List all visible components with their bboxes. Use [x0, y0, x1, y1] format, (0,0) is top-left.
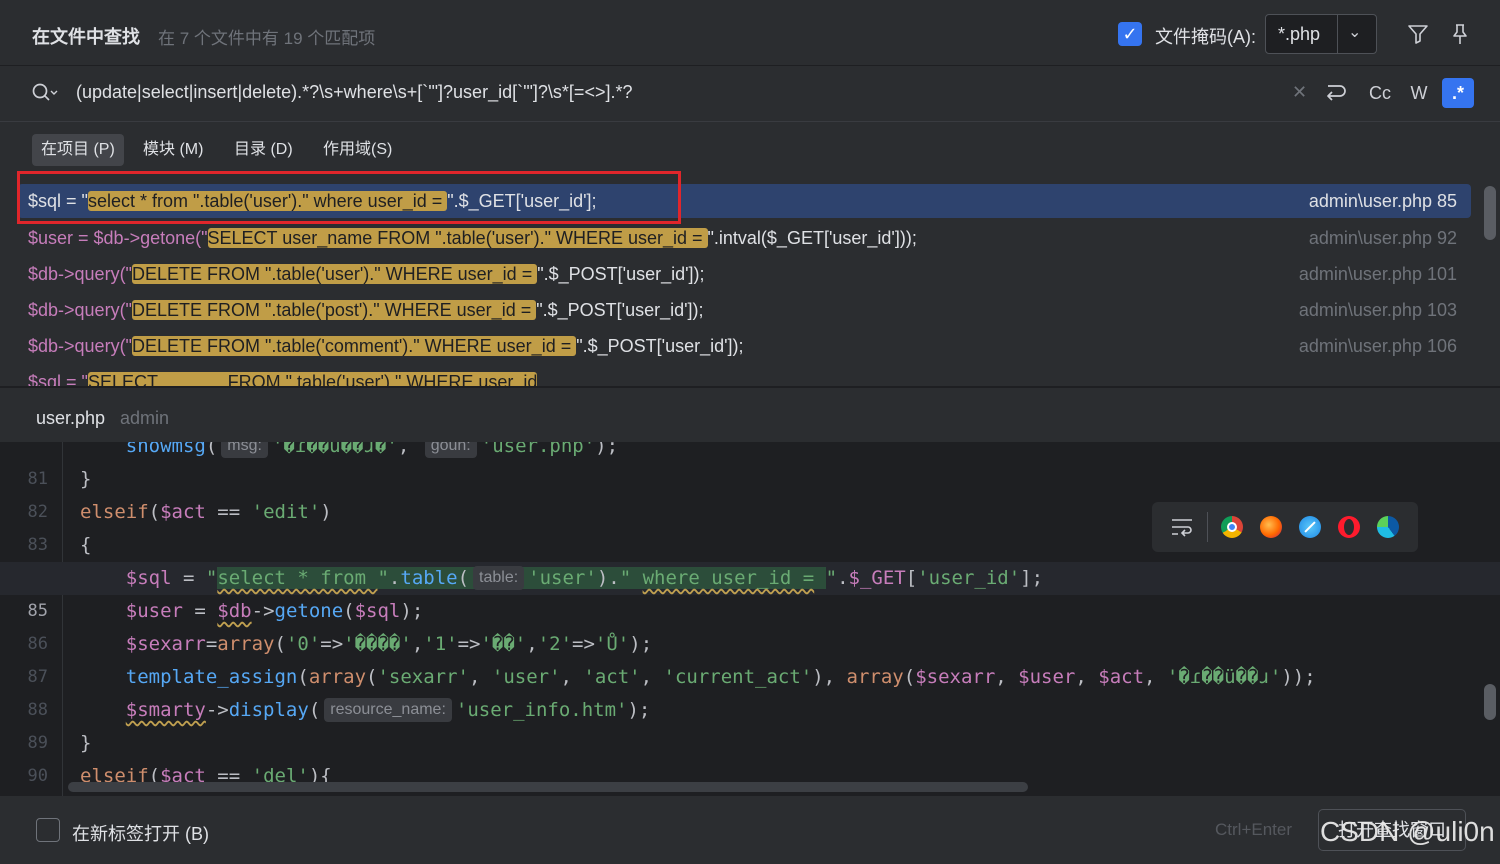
- line-code: {: [80, 534, 92, 556]
- filter-icon[interactable]: [1406, 22, 1430, 46]
- result-prefix: $user = $db->getone(": [28, 228, 208, 248]
- line-code: }: [80, 732, 92, 754]
- chrome-icon[interactable]: [1221, 516, 1243, 538]
- search-row: ✕ Cc W .*: [0, 66, 1500, 122]
- result-row[interactable]: $db->query("DELETE FROM ".table('comment…: [18, 329, 1471, 363]
- code-line: 82 }: [0, 463, 1500, 522]
- annotation-box: [17, 171, 681, 224]
- opera-icon[interactable]: [1338, 516, 1360, 538]
- whole-words-toggle[interactable]: W: [1405, 78, 1433, 108]
- result-row[interactable]: $user = $db->getone("SELECT user_name FR…: [18, 221, 1471, 255]
- chevron-down-icon[interactable]: ⌄: [1348, 22, 1361, 42]
- match-summary: 在 7 个文件中有 19 个匹配项: [158, 29, 376, 48]
- regex-toggle[interactable]: .*: [1442, 78, 1474, 108]
- line-code: $sexarr=array('0'=>'����','1'=>'��','2'=…: [125, 633, 653, 655]
- param-hint: resource_name:: [324, 698, 452, 722]
- watermark: CSDN @uli0n: [1320, 816, 1495, 847]
- wrap-lines-icon[interactable]: [1170, 516, 1196, 538]
- preview-file-dir: admin: [120, 408, 170, 428]
- dropdown-divider: [1337, 15, 1338, 53]
- horizontal-scrollbar[interactable]: [68, 782, 1028, 792]
- line-code: template_assign(array('sexarr', 'user', …: [125, 666, 1316, 688]
- param-hint: msg:: [221, 442, 268, 458]
- code-line-current: 85 $sql = "select * from ".table(table: '…: [0, 562, 1500, 621]
- newline-icon[interactable]: [1322, 80, 1348, 104]
- result-code-partial: $sql = "SELECT ............ FROM ".table…: [28, 365, 538, 386]
- result-code: $db->query("DELETE FROM ".table('comment…: [28, 329, 744, 363]
- result-location: admin\user.php 106: [1298, 336, 1457, 356]
- result-match: SELECT user_name FROM ".table('user')." …: [207, 228, 708, 248]
- result-code: $user = $db->getone("SELECT user_name FR…: [28, 221, 917, 255]
- shortcut-hint: Ctrl+Enter: [1215, 820, 1292, 839]
- line-code: showmsg(msg: '�ɾ��ü��ɹ�', goun:'user.php'…: [80, 442, 618, 463]
- search-input[interactable]: [76, 79, 1276, 105]
- result-row[interactable]: $db->query("DELETE FROM ".table('post').…: [18, 293, 1471, 327]
- result-code: $db->query("DELETE FROM ".table('post').…: [28, 293, 704, 327]
- code-line: 90 }: [0, 727, 1500, 786]
- file-mask-label: 文件掩码(A):: [1155, 27, 1256, 47]
- find-in-files-header: 在文件中查找 在 7 个文件中有 19 个匹配项 ✓ 文件掩码(A): *.ph…: [0, 0, 1500, 66]
- new-tab-label: 在新标签打开 (B): [72, 824, 209, 844]
- result-suffix: ".$_POST['user_id']);: [537, 264, 705, 284]
- new-tab-checkbox[interactable]: [36, 818, 60, 842]
- result-match: DELETE FROM ".table('user')." WHERE user…: [131, 264, 538, 284]
- code-line: 88 template_assign(array('sexarr', 'user…: [0, 661, 1500, 720]
- dialog-footer: 在新标签打开 (B) Ctrl+Enter 打开查找窗口 CSDN @uli0n: [0, 796, 1500, 864]
- firefox-icon[interactable]: [1260, 516, 1282, 538]
- scope-tabs: 在项目 (P) 模块 (M) 目录 (D) 作用域(S): [0, 122, 1500, 176]
- code-preview-editor[interactable]: 81 showmsg(msg: '�ɾ��ü��ɹ�', goun:'user.p…: [0, 442, 1500, 796]
- line-code: elseif($act == 'edit'): [80, 501, 332, 523]
- file-mask-dropdown[interactable]: *.php ⌄: [1265, 14, 1377, 54]
- match-case-toggle[interactable]: Cc: [1364, 78, 1396, 108]
- result-code: $db->query("DELETE FROM ".table('user').…: [28, 257, 705, 291]
- scope-tab-directory[interactable]: 目录 (D): [225, 134, 302, 166]
- preview-file-name: user.php: [36, 408, 106, 428]
- preview-header: user.php admin: [0, 388, 1500, 442]
- result-suffix: ".$_POST['user_id']);: [576, 336, 744, 356]
- code-line: 89 $smarty->display(resource_name:'user_…: [0, 694, 1500, 753]
- scope-tab-module[interactable]: 模块 (M): [134, 134, 212, 166]
- result-location: admin\user.php 92: [1308, 228, 1457, 248]
- safari-icon[interactable]: [1299, 516, 1321, 538]
- result-prefix: $db->query(": [28, 336, 132, 356]
- pin-icon[interactable]: [1448, 22, 1472, 46]
- result-row-partial[interactable]: $sql = "SELECT ............ FROM ".table…: [18, 365, 1471, 386]
- result-prefix: $db->query(": [28, 300, 132, 320]
- line-code: $sql = "select * from ".table(table:'use…: [125, 566, 1044, 590]
- line-code: $user = $db->getone($sql);: [125, 600, 424, 622]
- line-code: }: [80, 468, 92, 490]
- popup-divider: [1207, 512, 1208, 542]
- results-scrollbar[interactable]: [1484, 186, 1496, 240]
- param-hint: table:: [473, 566, 525, 590]
- search-icon[interactable]: [30, 81, 58, 105]
- code-line: 87 $sexarr=array('0'=>'����','1'=>'��','…: [0, 628, 1500, 687]
- result-prefix: $db->query(": [28, 264, 132, 284]
- result-location: admin\user.php 103: [1298, 300, 1457, 320]
- file-mask-value: *.php: [1278, 24, 1321, 44]
- file-mask-checkbox[interactable]: ✓: [1118, 22, 1142, 46]
- browser-preview-bar: [1152, 502, 1418, 552]
- editor-scrollbar[interactable]: [1484, 684, 1496, 720]
- param-hint: goun:: [424, 442, 477, 458]
- result-match: DELETE FROM ".table('post')." WHERE user…: [131, 300, 537, 320]
- result-row[interactable]: $db->query("DELETE FROM ".table('user').…: [18, 257, 1471, 291]
- scope-tab-scope[interactable]: 作用域(S): [314, 134, 401, 166]
- result-location: admin\user.php 101: [1298, 264, 1457, 284]
- code-line: 86 $user = $db->getone($sql);: [0, 595, 1500, 654]
- line-code: $smarty->display(resource_name:'user_inf…: [125, 698, 651, 722]
- result-suffix: ".intval($_GET['user_id']));: [707, 228, 917, 248]
- scope-tab-project[interactable]: 在项目 (P): [32, 134, 124, 166]
- result-suffix: ".$_POST['user_id']);: [536, 300, 704, 320]
- clear-icon[interactable]: ✕: [1292, 82, 1307, 103]
- code-line: 81 showmsg(msg: '�ɾ��ü��ɹ�', goun:'user.p…: [0, 442, 1500, 489]
- result-match: DELETE FROM ".table('comment')." WHERE u…: [131, 336, 577, 356]
- edge-icon[interactable]: [1377, 516, 1399, 538]
- dialog-title: 在文件中查找: [32, 27, 140, 47]
- result-location: admin\user.php 85: [1308, 191, 1457, 211]
